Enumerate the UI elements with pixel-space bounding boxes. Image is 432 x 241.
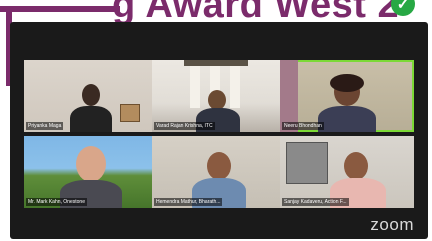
participant-video <box>76 146 106 182</box>
participant-tile-3-active[interactable]: Neeru Bhondhan <box>280 60 414 132</box>
zoom-gallery-window: Priyanka Maga Varad Rajan Krishna, ITC N… <box>10 22 428 239</box>
participant-name: Sanjay Kadaveru, Action F... <box>282 198 349 206</box>
participant-video <box>208 90 226 110</box>
wall-frame <box>120 104 140 122</box>
participant-tile-1[interactable]: Priyanka Maga <box>24 60 158 132</box>
participant-name: Neeru Bhondhan <box>282 122 324 130</box>
zoom-logo: zoom <box>370 215 414 234</box>
participant-tile-5[interactable]: Hemendra Mathur, Bharath... <box>152 136 286 208</box>
participant-tile-2[interactable]: Varad Rajan Krishna, ITC <box>152 60 286 132</box>
participant-name: Priyanka Maga <box>26 122 64 130</box>
participant-name: Mr. Mark Kahn, Onestone <box>26 198 87 206</box>
participant-video <box>207 152 231 180</box>
participant-video <box>344 152 368 180</box>
participant-name: Varad Rajan Krishna, ITC <box>154 122 215 130</box>
participant-video <box>82 84 100 106</box>
banner-accent-bar <box>0 6 120 12</box>
wall-frame <box>286 142 328 184</box>
participant-tile-4[interactable]: Mr. Mark Kahn, Onestone <box>24 136 158 208</box>
participant-name: Hemendra Mathur, Bharath... <box>154 198 223 206</box>
participant-tile-6[interactable]: Sanjay Kadaveru, Action F... <box>280 136 414 208</box>
